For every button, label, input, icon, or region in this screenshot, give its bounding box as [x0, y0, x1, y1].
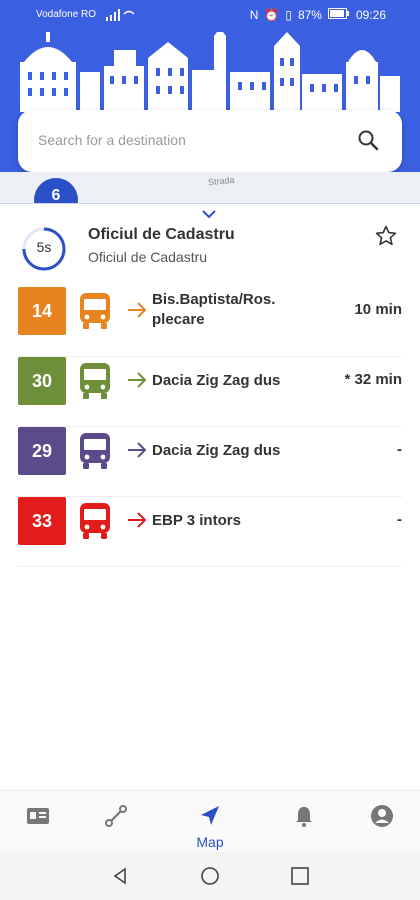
status-bar: Vodafone RO N ⏰ ▯ 87% 09:26	[0, 6, 420, 28]
route-number-badge: 33	[18, 497, 66, 545]
account-icon	[371, 805, 393, 827]
nav-notifications[interactable]	[284, 803, 324, 834]
bus-icon	[80, 433, 110, 469]
route-eta: -	[397, 441, 402, 458]
nav-tickets[interactable]	[18, 803, 58, 834]
id-card-icon	[27, 808, 49, 824]
nfc-icon: N	[249, 8, 259, 22]
stop-subtitle: Oficiul de Cadastru	[88, 249, 208, 265]
nav-account[interactable]	[362, 803, 402, 834]
bus-icon	[80, 363, 110, 399]
carrier-label: Vodafone RO	[36, 9, 97, 20]
clock: 09:26	[355, 8, 386, 22]
refresh-seconds: 5s	[36, 239, 52, 255]
search-icon[interactable]	[356, 128, 380, 152]
bottom-navigation: Map	[0, 790, 420, 853]
stop-title: Oficiul de Cadastru	[88, 226, 235, 243]
recents-icon[interactable]	[290, 866, 310, 886]
chevron-down-icon[interactable]	[201, 208, 217, 220]
route-list: 14 Bis.Baptista/Ros. plecare 10 min 30 Dacia…	[18, 287, 402, 567]
route-eta: -	[397, 511, 402, 528]
stop-header: 5s Oficiul de Cadastru Oficiul de Cadast…	[0, 222, 420, 282]
navigation-arrow-icon	[201, 806, 219, 825]
arrow-right-icon	[128, 372, 147, 388]
city-skyline-illustration	[20, 32, 400, 112]
route-icon	[105, 805, 127, 827]
arrow-right-icon	[128, 442, 147, 458]
header: Vodafone RO N ⏰ ▯ 87% 09:26 Search for a…	[0, 0, 420, 200]
search-bar[interactable]: Search for a destination	[18, 110, 402, 172]
route-destination: Dacia Zig Zag dus	[152, 442, 281, 459]
route-destination: Dacia Zig Zag dus	[152, 372, 281, 389]
vibrate-icon: ▯	[285, 8, 292, 22]
bus-icon	[80, 503, 110, 539]
route-row[interactable]: 33 EBP 3 intors -	[18, 497, 402, 567]
route-destination: EBP 3 intors	[152, 512, 241, 529]
back-icon[interactable]	[110, 866, 130, 886]
route-row[interactable]: 14 Bis.Baptista/Ros. plecare 10 min	[18, 287, 402, 357]
route-destination: Bis.Baptista/Ros. plecare	[152, 291, 276, 328]
search-input[interactable]: Search for a destination	[38, 132, 186, 148]
bus-icon	[80, 293, 110, 329]
battery-percent: 87%	[297, 8, 322, 22]
nav-map[interactable]: Map	[190, 803, 230, 850]
route-row[interactable]: 29 Dacia Zig Zag dus -	[18, 427, 402, 497]
alarm-icon: ⏰	[264, 8, 280, 22]
battery-icon	[327, 8, 350, 22]
stop-sheet: 5s Oficiul de Cadastru Oficiul de Cadast…	[0, 203, 420, 786]
nav-map-label: Map	[196, 834, 224, 850]
route-eta: 10 min	[354, 301, 402, 318]
refresh-timer: 5s	[20, 225, 68, 273]
arrow-right-icon	[128, 302, 147, 318]
street-label: Strada	[207, 174, 235, 188]
home-icon[interactable]	[200, 866, 220, 886]
arrow-right-icon	[128, 512, 147, 528]
signal-icon	[104, 9, 135, 24]
route-number-badge: 29	[18, 427, 66, 475]
favorite-star-icon[interactable]	[374, 224, 398, 248]
system-navigation-bar	[0, 852, 420, 900]
nav-routes[interactable]	[96, 803, 136, 834]
route-number-badge: 30	[18, 357, 66, 405]
route-number-badge: 14	[18, 287, 66, 335]
bell-icon	[296, 807, 312, 827]
route-eta: * 32 min	[344, 371, 402, 388]
route-row[interactable]: 30 Dacia Zig Zag dus * 32 min	[18, 357, 402, 427]
